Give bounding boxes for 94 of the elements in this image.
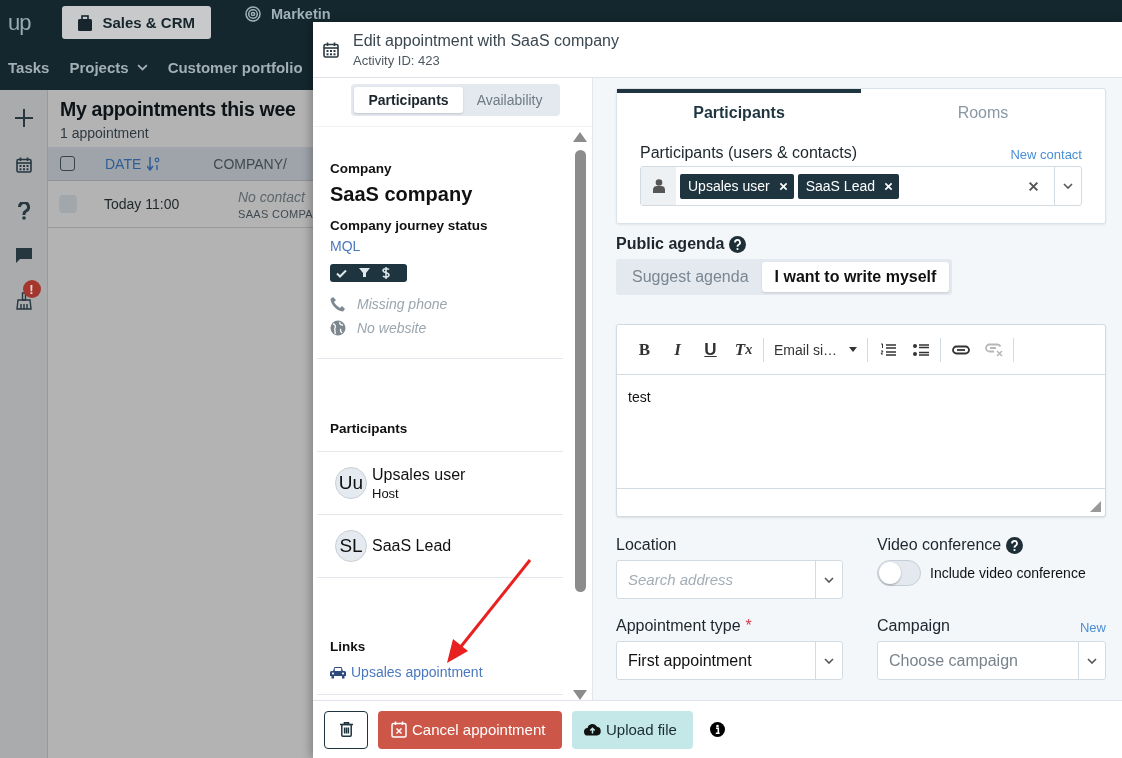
app-logo[interactable]: up [8, 9, 31, 36]
help-icon[interactable] [729, 235, 747, 253]
field-label: Participants (users & contacts) [640, 144, 857, 162]
chevron-down-icon [136, 64, 148, 71]
table-cell: SAAS COMPA [238, 207, 313, 220]
tab[interactable]: Participants [617, 89, 861, 129]
scroll-up-icon[interactable] [573, 132, 587, 142]
participant-role: Host [372, 485, 400, 501]
info-icon[interactable] [710, 722, 725, 737]
link-icon [951, 344, 970, 355]
alert-badge: ! [22, 280, 41, 298]
unlink-icon [984, 342, 1003, 357]
chevron-down-icon [1087, 657, 1097, 664]
resize-handle-icon[interactable] [1090, 501, 1101, 512]
nav-link[interactable]: Customer portfolio [167, 59, 303, 76]
scroll-down-icon[interactable] [573, 690, 587, 700]
phone-text: Missing phone [357, 296, 448, 312]
participant-name: Upsales user [372, 465, 466, 484]
appointment-count: 1 appointment [60, 125, 149, 141]
chevron-down-icon [824, 657, 834, 664]
person-icon [652, 179, 665, 193]
participant-tag[interactable]: SaaS Lead [797, 173, 899, 199]
broom-icon[interactable] [14, 292, 33, 310]
nav-tab[interactable]: Marketin [241, 5, 335, 22]
participants-field[interactable]: Upsales user SaaS Lead [640, 166, 1082, 206]
remove-icon[interactable] [778, 181, 788, 191]
avatar: Uu [335, 467, 367, 499]
chat-icon[interactable] [15, 248, 32, 264]
briefcase-icon [78, 14, 93, 31]
sort-icon [147, 156, 161, 171]
cancel-appointment-button[interactable]: Cancel appointment [378, 710, 562, 749]
help-icon[interactable] [1006, 536, 1024, 554]
field-label: Location [616, 536, 677, 554]
select-all-checkbox[interactable] [60, 156, 75, 171]
caret-icon [849, 347, 857, 352]
nav-link[interactable]: Projects [69, 59, 148, 76]
appointment-link[interactable]: Upsales appointment [330, 664, 550, 680]
page-title: My appointments this wee [60, 98, 296, 121]
column-header[interactable]: COMPANY/ [213, 155, 287, 172]
participant-tag[interactable]: Upsales user [680, 173, 794, 199]
globe-icon [330, 320, 346, 336]
calendar-icon [322, 40, 340, 59]
participant-name: SaaS Lead [372, 537, 452, 555]
field-label: Public agenda [616, 235, 725, 253]
toggle-label: Include video conference [930, 565, 1086, 581]
nav-link[interactable]: Tasks [8, 59, 50, 76]
cloud-upload-icon [584, 723, 601, 736]
upload-file-button[interactable]: Upload file [572, 710, 693, 749]
segment-tab[interactable]: Participants [354, 87, 463, 113]
underline-button[interactable]: U [701, 339, 720, 360]
activity-id: Activity ID: 423 [353, 52, 441, 68]
calendar-icon[interactable] [14, 156, 33, 174]
scrollbar-thumb[interactable] [574, 150, 586, 592]
avatar: SL [335, 530, 367, 562]
dialog-title: Edit appointment with SaaS company [353, 31, 619, 50]
bullet-list-button[interactable] [911, 343, 930, 356]
bullet-list-icon [912, 343, 929, 356]
italic-button[interactable]: I [668, 339, 687, 360]
chevron-down-icon [824, 576, 834, 583]
chevron-down-icon [1063, 183, 1073, 189]
numbered-list-icon [879, 342, 896, 357]
segment-option[interactable]: I want to write myself [761, 262, 950, 292]
delete-button[interactable] [324, 710, 368, 749]
ordered-list-button[interactable] [878, 342, 897, 357]
field-label: Company journey status [330, 218, 488, 233]
field-label: Campaign [877, 617, 950, 635]
appointment-type-select[interactable]: First appointment [616, 641, 843, 680]
link-button[interactable] [951, 344, 970, 355]
field-label: Video conference [877, 536, 1002, 554]
new-contact-link[interactable]: New contact [1010, 147, 1082, 162]
car-icon [330, 665, 346, 679]
website-text: No website [357, 320, 427, 336]
editor-text: test [628, 389, 651, 405]
clear-icon[interactable] [1028, 180, 1039, 192]
toggle-switch[interactable] [877, 560, 921, 586]
table-cell-text: Today 11:00 [104, 196, 181, 212]
trash-icon [339, 722, 353, 737]
company-name: SaaS company [330, 183, 473, 206]
nav-tab[interactable]: Sales & CRM [62, 6, 211, 39]
journey-status-link[interactable]: MQL [330, 238, 361, 254]
section-label: Company [330, 161, 392, 176]
add-icon[interactable] [13, 108, 34, 128]
segment-tab[interactable]: Availability [462, 87, 557, 113]
calendar-x-icon [391, 721, 407, 738]
section-label: Links [330, 639, 366, 654]
target-icon [245, 5, 261, 22]
bold-button[interactable]: B [635, 339, 654, 360]
remove-icon[interactable] [884, 181, 893, 191]
field-label: Appointment type * [616, 617, 752, 635]
section-label: Participants [330, 421, 408, 436]
phone-icon [330, 296, 346, 312]
style-dropdown[interactable]: Email si… [774, 341, 857, 358]
campaign-select[interactable]: Choose campaign [877, 641, 1106, 680]
table-cell-text: No contact [238, 188, 307, 205]
